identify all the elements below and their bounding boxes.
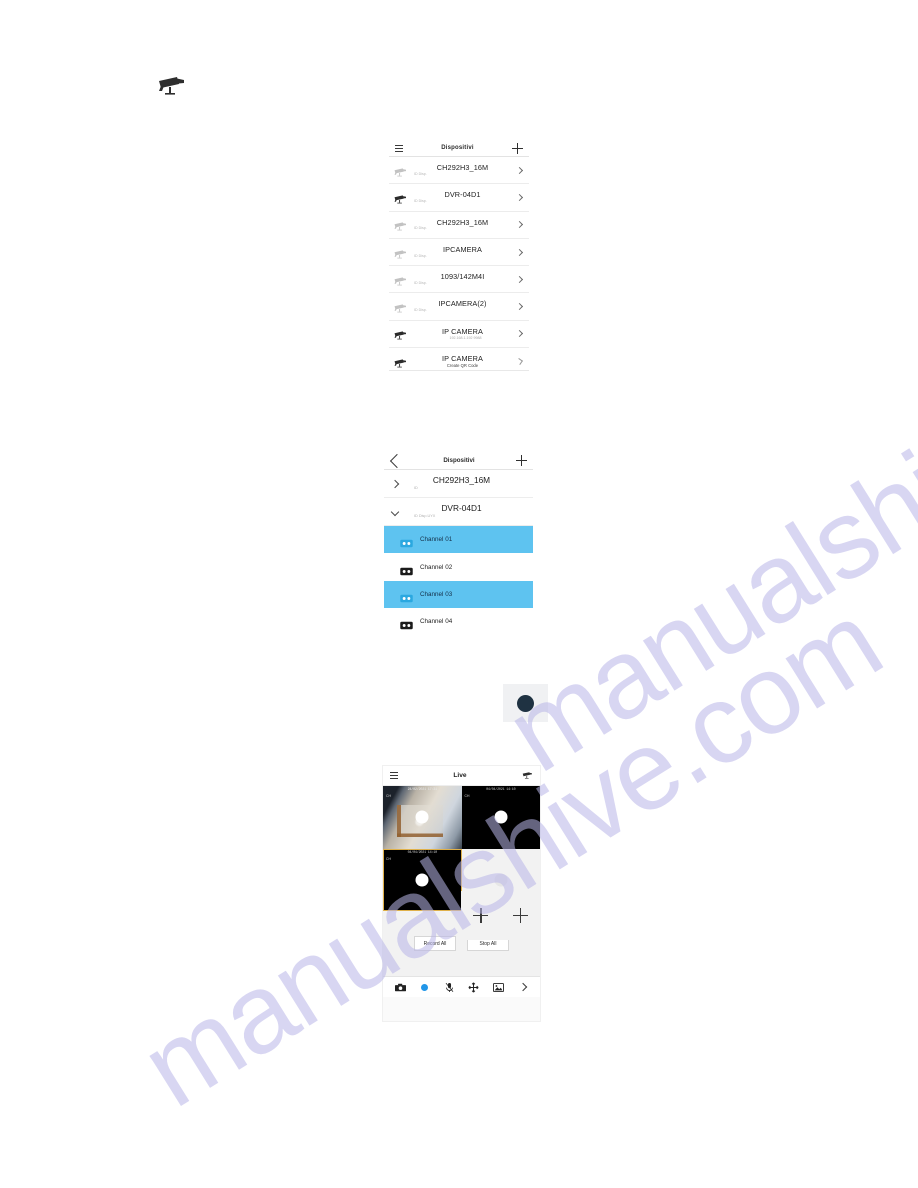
add-device-button[interactable] (512, 142, 523, 154)
device-name: CH292H3_16M (436, 217, 489, 227)
device-list-item[interactable]: IPCAMERA(2) ID Disp. (389, 293, 529, 321)
live-view-screen: Live 24/02/2021 17:31 CH 04/04/2021 14:10 C… (382, 765, 541, 1022)
channel-label: Channel 02 (420, 563, 453, 571)
chevron-right-icon[interactable] (515, 193, 524, 201)
video-channel-icon (400, 617, 413, 630)
device-name: DVR-04D1 (444, 190, 481, 200)
video-channel-icon (400, 535, 413, 548)
channel-badge-icon: CH (464, 794, 470, 798)
device-name: IPCAMERA(2) (438, 299, 487, 309)
device-list-header: Dispositivi (389, 140, 529, 157)
gallery-image-icon[interactable] (492, 982, 504, 993)
channel-badge-icon: CH (386, 856, 391, 861)
cctv-camera-icon (393, 192, 408, 204)
light-glare (494, 873, 508, 887)
device-name: IP CAMERA (442, 353, 483, 363)
record-all-button[interactable]: Record All (414, 936, 456, 951)
cctv-camera-icon (393, 301, 408, 313)
add-device-button[interactable] (516, 455, 527, 466)
cctv-camera-icon (393, 274, 408, 286)
add-channel-slot[interactable] (461, 891, 501, 940)
plus-icon[interactable] (512, 908, 528, 923)
chevron-right-icon[interactable] (516, 357, 523, 365)
page-title: Live (453, 772, 467, 779)
live-header: Live (383, 766, 540, 786)
channel-label: Channel 01 (420, 536, 453, 544)
channel-list-item[interactable]: Channel 02 (384, 553, 533, 581)
device-name: CH292H3_16M (436, 162, 489, 172)
device-list-item[interactable]: DVR-04D1 ID Disp. (389, 184, 529, 212)
cctv-camera-icon[interactable] (522, 767, 533, 785)
watermark-text: manualshive.com (485, 243, 918, 796)
channel-label: Channel 04 (420, 618, 453, 626)
pan-move-icon[interactable] (468, 981, 479, 993)
timestamp-overlay: 04/04/2021 14:10 (407, 850, 438, 855)
record-dot-icon[interactable] (517, 694, 534, 712)
device-list-item[interactable]: IPCAMERA ID Disp. (389, 239, 529, 267)
channel-list-screen: Dispositivi CH292H3_16M ID DVR-04D1 ID Disp… (384, 452, 533, 637)
video-channel-icon (400, 590, 413, 603)
empty-slot-row (461, 891, 540, 940)
page-title: Dispositivi (443, 457, 475, 464)
cctv-camera-icon (393, 247, 408, 258)
channel-label: Channel 03 (420, 590, 453, 598)
light-glare (415, 873, 429, 887)
record-button-card[interactable] (503, 684, 548, 722)
video-cell[interactable]: 04/04/2021 14:10 CH (383, 848, 462, 911)
add-channel-slot[interactable] (500, 891, 540, 940)
cctv-camera-icon (393, 165, 408, 177)
timestamp-overlay: 04/04/2021 14:10 (486, 788, 516, 792)
device-list-item[interactable]: 1093/142M4I ID Disp. (389, 266, 529, 294)
device-list-item[interactable]: IP CAMERA Create QR Code (389, 348, 529, 370)
timestamp-overlay: 24/02/2021 17:31 (407, 788, 438, 792)
video-cell[interactable]: 24/02/2021 17:31 CH (383, 786, 462, 849)
chevron-right-icon[interactable] (515, 166, 524, 174)
light-glare (415, 810, 429, 824)
channel-list-item[interactable]: Channel 01 (384, 526, 533, 554)
device-group-row[interactable]: DVR-04D1 ID Disp.UYX (384, 498, 533, 526)
chevron-right-icon[interactable] (515, 330, 524, 338)
hamburger-menu-icon[interactable] (395, 144, 403, 152)
device-name: DVR-04D1 (441, 503, 482, 514)
video-cell[interactable]: 04/04/2021 14:10 CH (461, 786, 540, 849)
cctv-camera-icon (393, 219, 408, 231)
chevron-right-icon[interactable] (515, 303, 524, 311)
cctv-camera-icon (393, 328, 408, 340)
device-group-row[interactable]: CH292H3_16M ID (384, 470, 533, 498)
device-name: IPCAMERA (443, 244, 482, 254)
device-name: IP CAMERA (442, 326, 483, 336)
channel-list-header: Dispositivi (384, 452, 533, 470)
channel-badge-icon: CH (386, 794, 391, 798)
page-title: Dispositivi (441, 145, 474, 151)
cctv-camera-icon (393, 356, 408, 368)
device-list-item[interactable]: CH292H3_16M ID Disp. (389, 212, 529, 239)
hamburger-menu-icon[interactable] (390, 772, 398, 779)
device-id: ID Disp.UYX (414, 513, 436, 518)
chevron-right-icon[interactable] (517, 982, 528, 993)
cctv-camera-icon (157, 74, 187, 98)
device-list-screen: Dispositivi CH292H3_16M ID Disp. DVR-04D1 I… (389, 140, 529, 371)
video-channel-icon (400, 563, 413, 575)
channel-list-item[interactable]: Channel 04 (384, 608, 533, 636)
device-list-item[interactable]: IP CAMERA 192.168.1.192 9988 (389, 321, 529, 349)
live-toolbar (383, 976, 540, 997)
channel-list-item[interactable]: Channel 03 (384, 580, 533, 609)
record-dot-icon[interactable] (419, 982, 430, 993)
light-glare (494, 810, 508, 824)
chevron-right-icon[interactable] (515, 275, 524, 283)
chevron-right-icon[interactable] (515, 248, 524, 256)
snapshot-camera-icon[interactable] (394, 982, 406, 993)
chevron-left-icon[interactable] (389, 453, 405, 468)
plus-icon[interactable] (473, 908, 489, 923)
device-list-item[interactable]: CH292H3_16M ID Disp. (389, 157, 529, 185)
device-id: ID (414, 485, 418, 490)
chevron-right-icon[interactable] (515, 221, 524, 229)
device-name: CH292H3_16M (432, 475, 491, 486)
device-name: 1093/142M4I (440, 272, 485, 282)
microphone-muted-icon[interactable] (444, 982, 455, 993)
